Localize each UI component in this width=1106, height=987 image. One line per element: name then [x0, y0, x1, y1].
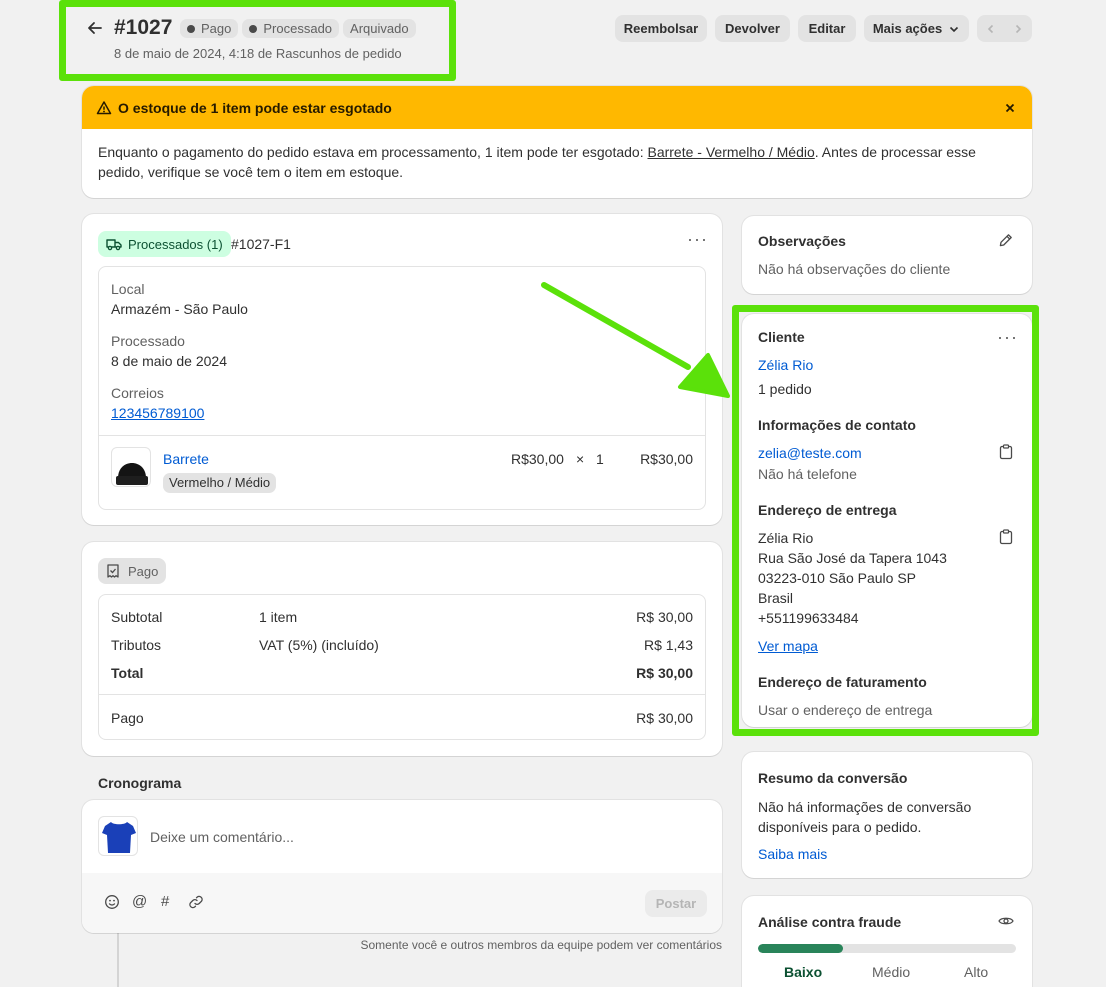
warning-icon	[96, 101, 112, 115]
chevron-right-icon[interactable]	[1012, 23, 1024, 35]
alert-body-text: Enquanto o pagamento do pedido estava em…	[98, 144, 648, 160]
fulfillment-id: #1027-F1	[231, 236, 291, 252]
location-label: Local	[111, 281, 145, 297]
divider	[99, 694, 705, 695]
pagination	[977, 15, 1032, 42]
avatar	[98, 816, 138, 856]
eye-icon[interactable]	[998, 915, 1014, 927]
link-icon[interactable]	[188, 894, 204, 910]
risk-meter-fill	[758, 944, 844, 953]
learn-more-link[interactable]: Saiba mais	[758, 846, 827, 862]
alert-body: Enquanto o pagamento do pedido estava em…	[98, 142, 988, 182]
edit-button[interactable]: Editar	[798, 15, 856, 42]
product-name-link[interactable]: Barrete	[163, 451, 209, 467]
pencil-icon[interactable]	[999, 233, 1013, 247]
beanie-icon	[116, 463, 148, 485]
more-actions-button[interactable]: Mais ações	[864, 15, 969, 42]
carrier-label: Correios	[111, 385, 164, 401]
subtotal-label: Subtotal	[111, 609, 163, 625]
fraud-title: Análise contra fraude	[758, 914, 902, 930]
payment-card: Pago Subtotal 1 item R$ 30,00 Tributos V…	[82, 542, 722, 756]
risk-level-high: Alto	[964, 964, 989, 980]
product-thumbnail	[111, 447, 151, 487]
item-total: R$30,00	[640, 451, 693, 467]
payment-summary: Subtotal 1 item R$ 30,00 Tributos VAT (5…	[98, 594, 706, 740]
paid-value: R$ 30,00	[636, 710, 693, 726]
comment-toolbar	[82, 873, 722, 933]
divider	[99, 435, 705, 436]
tshirt-icon	[102, 822, 136, 853]
variant-badge: Vermelho / Médio	[163, 473, 277, 493]
risk-level-low: Baixo	[784, 964, 823, 980]
notes-text: Não há observações do cliente	[758, 261, 951, 277]
item-price: R$30,00	[511, 451, 564, 467]
risk-meter	[758, 944, 1016, 953]
location-value: Armazém - São Paulo	[111, 301, 248, 317]
item-quantity: 1	[596, 451, 604, 467]
taxes-value: R$ 1,43	[643, 637, 693, 653]
comment-footnote: Somente você e outros membros da equipe …	[360, 938, 722, 952]
chevron-down-icon	[950, 26, 959, 32]
subtotal-desc: 1 item	[259, 609, 298, 625]
post-button[interactable]: Postar	[645, 890, 707, 917]
emoji-icon[interactable]	[104, 894, 120, 910]
subtotal-value: R$ 30,00	[636, 609, 693, 625]
timeline-line	[117, 930, 119, 987]
alert-product-link[interactable]: Barrete - Vermelho / Médio	[647, 144, 814, 160]
taxes-desc: VAT (5%) (incluído)	[259, 637, 379, 653]
close-icon[interactable]	[1004, 102, 1016, 114]
total-label: Total	[111, 665, 144, 681]
notes-title: Observações	[758, 233, 846, 249]
comment-input[interactable]: Deixe um comentário...	[150, 829, 294, 845]
fraud-card: Análise contra fraude Baixo Médio Alto	[742, 896, 1032, 987]
conversion-card: Resumo da conversão Não há informações d…	[742, 752, 1032, 878]
alert-title: O estoque de 1 item pode estar esgotado	[118, 100, 392, 116]
timeline-title: Cronograma	[98, 775, 182, 791]
item-times: ×	[576, 451, 585, 467]
highlight-box-header	[59, 0, 456, 81]
receipt-check-icon	[107, 564, 119, 578]
truck-icon	[106, 239, 122, 251]
inventory-alert: O estoque de 1 item pode estar esgotado …	[82, 86, 1032, 198]
paid-label: Pago	[111, 710, 144, 726]
mention-icon[interactable]: @	[132, 893, 147, 910]
conversion-text: Não há informações de conversão disponív…	[758, 799, 972, 835]
annotation-arrow	[541, 282, 730, 398]
fulfillment-status-badge: Processados (1)	[98, 231, 231, 257]
chevron-left-icon[interactable]	[985, 23, 997, 35]
taxes-label: Tributos	[111, 637, 162, 653]
payment-status-badge: Pago	[98, 558, 167, 584]
return-button[interactable]: Devolver	[715, 15, 790, 42]
processed-label: Processado	[111, 333, 185, 349]
risk-level-medium: Médio	[872, 964, 911, 980]
comment-box: Deixe um comentário... @ # Postar	[82, 800, 722, 933]
tracking-link[interactable]: 123456789100	[111, 405, 204, 421]
more-actions-label: Mais ações	[872, 21, 943, 36]
processed-value: 8 de maio de 2024	[111, 353, 227, 369]
refund-button[interactable]: Reembolsar	[615, 15, 707, 42]
highlight-box-customer	[732, 305, 1039, 736]
notes-card: Observações Não há observações do client…	[742, 216, 1032, 294]
total-value: R$ 30,00	[636, 665, 693, 681]
hashtag-icon[interactable]: #	[161, 893, 169, 910]
more-options-icon[interactable]: ···	[687, 230, 708, 248]
conversion-title: Resumo da conversão	[758, 770, 908, 786]
